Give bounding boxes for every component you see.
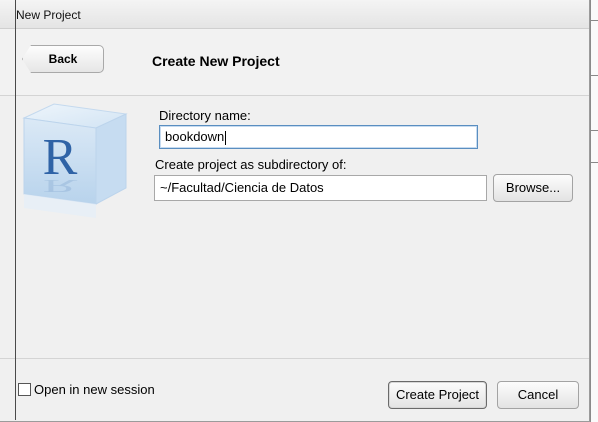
r-logo-cube-icon: R R — [22, 103, 128, 218]
subdirectory-value: ~/Facultad/Ciencia de Datos — [160, 180, 324, 195]
back-button[interactable]: Back — [22, 45, 104, 73]
logo-letter-reflection: R — [43, 176, 78, 196]
open-new-session-checkbox[interactable] — [18, 383, 31, 396]
text-caret — [225, 130, 227, 145]
open-new-session-label[interactable]: Open in new session — [34, 382, 155, 397]
window-left-edge — [15, 0, 16, 420]
footer-divider — [0, 358, 589, 359]
background-app-edge — [590, 0, 598, 422]
new-project-dialog: New Project Back Create New Project R R … — [0, 0, 590, 422]
page-title: Create New Project — [152, 53, 280, 69]
create-project-button[interactable]: Create Project — [388, 381, 487, 409]
directory-name-input[interactable]: bookdown — [159, 125, 478, 149]
browse-button[interactable]: Browse... — [493, 174, 573, 202]
cancel-button[interactable]: Cancel — [497, 381, 579, 409]
directory-name-value: bookdown — [165, 129, 225, 144]
title-bar[interactable]: New Project — [0, 0, 589, 29]
subdirectory-input[interactable]: ~/Facultad/Ciencia de Datos — [154, 175, 487, 201]
directory-name-label: Directory name: — [159, 108, 251, 123]
window-title: New Project — [16, 8, 81, 22]
subdirectory-label: Create project as subdirectory of: — [155, 157, 347, 172]
